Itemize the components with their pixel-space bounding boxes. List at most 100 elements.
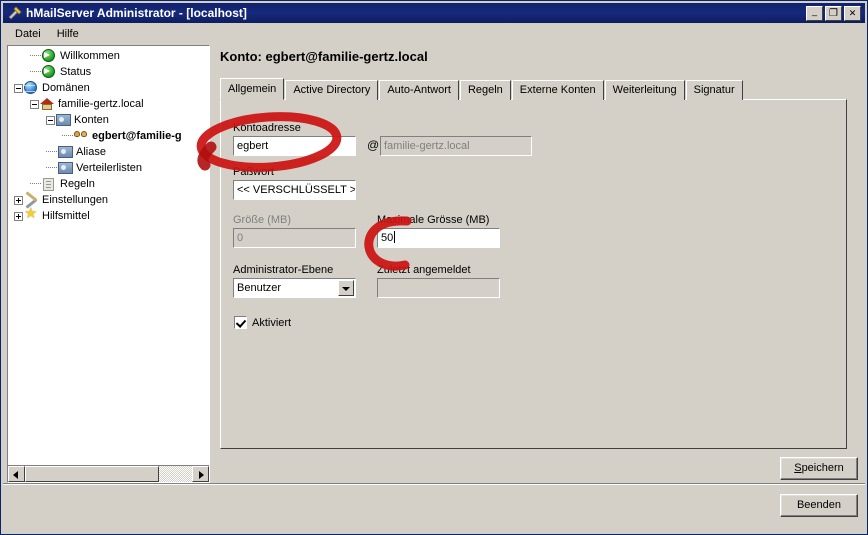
tree-item-dom-nen[interactable]: Domänen <box>8 80 209 96</box>
domain-input: familie-gertz.local <box>380 136 532 156</box>
close-button[interactable] <box>844 5 861 21</box>
tree-item-label: familie-gertz.local <box>58 98 144 110</box>
scroll-left-button[interactable] <box>8 466 25 482</box>
navigation-tree: Willkommen Status Domänen familie-gertz.loc… <box>8 46 209 465</box>
window-controls <box>806 5 861 21</box>
tree-item-verteilerlisten[interactable]: Verteilerlisten <box>8 160 209 176</box>
expand-icon[interactable] <box>14 211 23 221</box>
menu-item-hilfe[interactable]: Hilfe <box>49 26 87 42</box>
tree-item-hilfsmittel[interactable]: Hilfsmittel <box>8 206 209 224</box>
tab-externe-konten[interactable]: Externe Konten <box>511 80 604 100</box>
collapse-icon[interactable] <box>46 115 55 125</box>
folder-users-icon <box>55 112 71 128</box>
expand-icon[interactable] <box>14 195 23 205</box>
collapse-icon[interactable] <box>14 83 23 93</box>
green-arrow-icon-glyph <box>42 49 55 62</box>
tab-signatur[interactable]: Signatur <box>685 80 743 100</box>
at-symbol-label: @ <box>367 138 380 152</box>
tree-item-label: Status <box>60 66 92 78</box>
tab-label: Signatur <box>693 84 735 96</box>
tab-auto-antwort[interactable]: Auto-Antwort <box>379 80 459 100</box>
admin-level-label: Administrator-Ebene <box>233 264 334 276</box>
tree-item-status[interactable]: Status <box>8 64 209 80</box>
menu-item-datei[interactable]: Datei <box>7 26 49 42</box>
tree-connector-line <box>62 135 73 137</box>
tree-item-label: Aliase <box>76 146 106 158</box>
enabled-label: Aktiviert <box>252 316 292 329</box>
tree-item-familie-gertz-local[interactable]: familie-gertz.local <box>8 96 209 112</box>
save-button[interactable]: Speichern <box>780 457 858 480</box>
tree-item-label: Regeln <box>60 178 95 190</box>
folder-users-icon-glyph <box>58 162 73 174</box>
tab-label: Active Directory <box>293 84 371 96</box>
tab-bar: Allgemein Active Directory Auto-Antwort Reg… <box>220 78 847 100</box>
tree-item-label: Domänen <box>42 82 90 94</box>
collapse-icon[interactable] <box>30 99 39 109</box>
tree-item-label: Konten <box>74 114 109 126</box>
enabled-checkbox[interactable] <box>234 316 247 329</box>
title-bar: hMailServer Administrator - [localhost] <box>3 3 865 23</box>
max-size-label: Maximale Grösse (MB) <box>377 214 490 226</box>
tree-item-label: Einstellungen <box>42 194 109 206</box>
max-size-input[interactable]: 50 <box>377 228 500 248</box>
account-address-label: Kontoadresse <box>233 122 301 134</box>
size-input: 0 <box>233 228 356 248</box>
last-login-input <box>377 278 500 298</box>
password-input[interactable]: << VERSCHLÜSSELT >> <box>233 180 356 200</box>
account-address-input[interactable]: egbert <box>233 136 356 156</box>
size-label: Größe (MB) <box>233 214 292 226</box>
footer-divider <box>3 483 865 485</box>
tree-connector-line <box>46 151 57 153</box>
tree-horizontal-scrollbar[interactable] <box>8 465 209 482</box>
chevron-down-icon[interactable] <box>338 280 354 296</box>
scrollbar-thumb[interactable] <box>25 466 159 482</box>
folder-users-icon-glyph <box>58 146 73 158</box>
tree-item-label: Willkommen <box>60 50 120 62</box>
tab-label: Externe Konten <box>519 84 596 96</box>
tab-label: Regeln <box>467 84 503 96</box>
tab-allgemein[interactable]: Allgemein <box>220 78 285 100</box>
tree-item-aliase[interactable]: Aliase <box>8 144 209 160</box>
document-icon-glyph <box>43 178 54 191</box>
users-icon <box>73 128 89 144</box>
folder-users-icon <box>57 160 73 176</box>
green-arrow-icon-glyph <box>42 65 55 78</box>
page-title: Konto: egbert@familie-gertz.local <box>220 49 428 64</box>
password-label: Paßwort <box>233 166 274 178</box>
maximize-button[interactable] <box>825 5 842 21</box>
green-arrow-icon <box>41 64 57 80</box>
tree-item-willkommen[interactable]: Willkommen <box>8 48 209 64</box>
tab-weiterleitung[interactable]: Weiterleitung <box>604 80 685 100</box>
tree-item-label: Verteilerlisten <box>76 162 143 174</box>
users-icon-glyph <box>74 130 89 142</box>
tab-active-directory[interactable]: Active Directory <box>285 80 379 100</box>
tree-item-konten[interactable]: Konten <box>8 112 209 128</box>
window-title: hMailServer Administrator - [localhost] <box>26 6 247 20</box>
navigation-tree-panel[interactable]: Willkommen Status Domänen familie-gertz.loc… <box>7 45 210 483</box>
tab-label: Auto-Antwort <box>387 84 451 96</box>
tree-item-einstellungen[interactable]: Einstellungen <box>8 192 209 208</box>
tree-connector-line <box>30 55 41 57</box>
star-icon-glyph <box>24 206 39 223</box>
minimize-button[interactable] <box>806 5 823 21</box>
tree-item-egbert-familie-g[interactable]: egbert@familie-g <box>8 128 209 144</box>
scrollbar-track[interactable] <box>25 466 192 482</box>
tree-item-label: egbert@familie-g <box>92 130 182 142</box>
application-window: hMailServer Administrator - [localhost] … <box>0 0 868 535</box>
app-icon <box>7 5 23 21</box>
admin-level-select[interactable]: Benutzer <box>233 278 356 298</box>
tab-regeln[interactable]: Regeln <box>459 80 511 100</box>
quit-button[interactable]: Beenden <box>780 494 858 517</box>
globe-icon-glyph <box>24 81 37 94</box>
save-button-label: peichern <box>801 462 844 474</box>
tree-item-regeln[interactable]: Regeln <box>8 176 209 192</box>
save-button-accel: S <box>794 462 802 474</box>
globe-icon <box>23 80 39 96</box>
scroll-right-button[interactable] <box>192 466 209 482</box>
admin-level-selected-value: Benutzer <box>237 282 282 294</box>
enabled-checkbox-row[interactable]: Aktiviert <box>234 316 291 329</box>
star-icon <box>23 206 39 224</box>
home-icon <box>39 96 55 112</box>
document-icon <box>41 176 57 192</box>
tree-connector-line <box>30 71 41 73</box>
